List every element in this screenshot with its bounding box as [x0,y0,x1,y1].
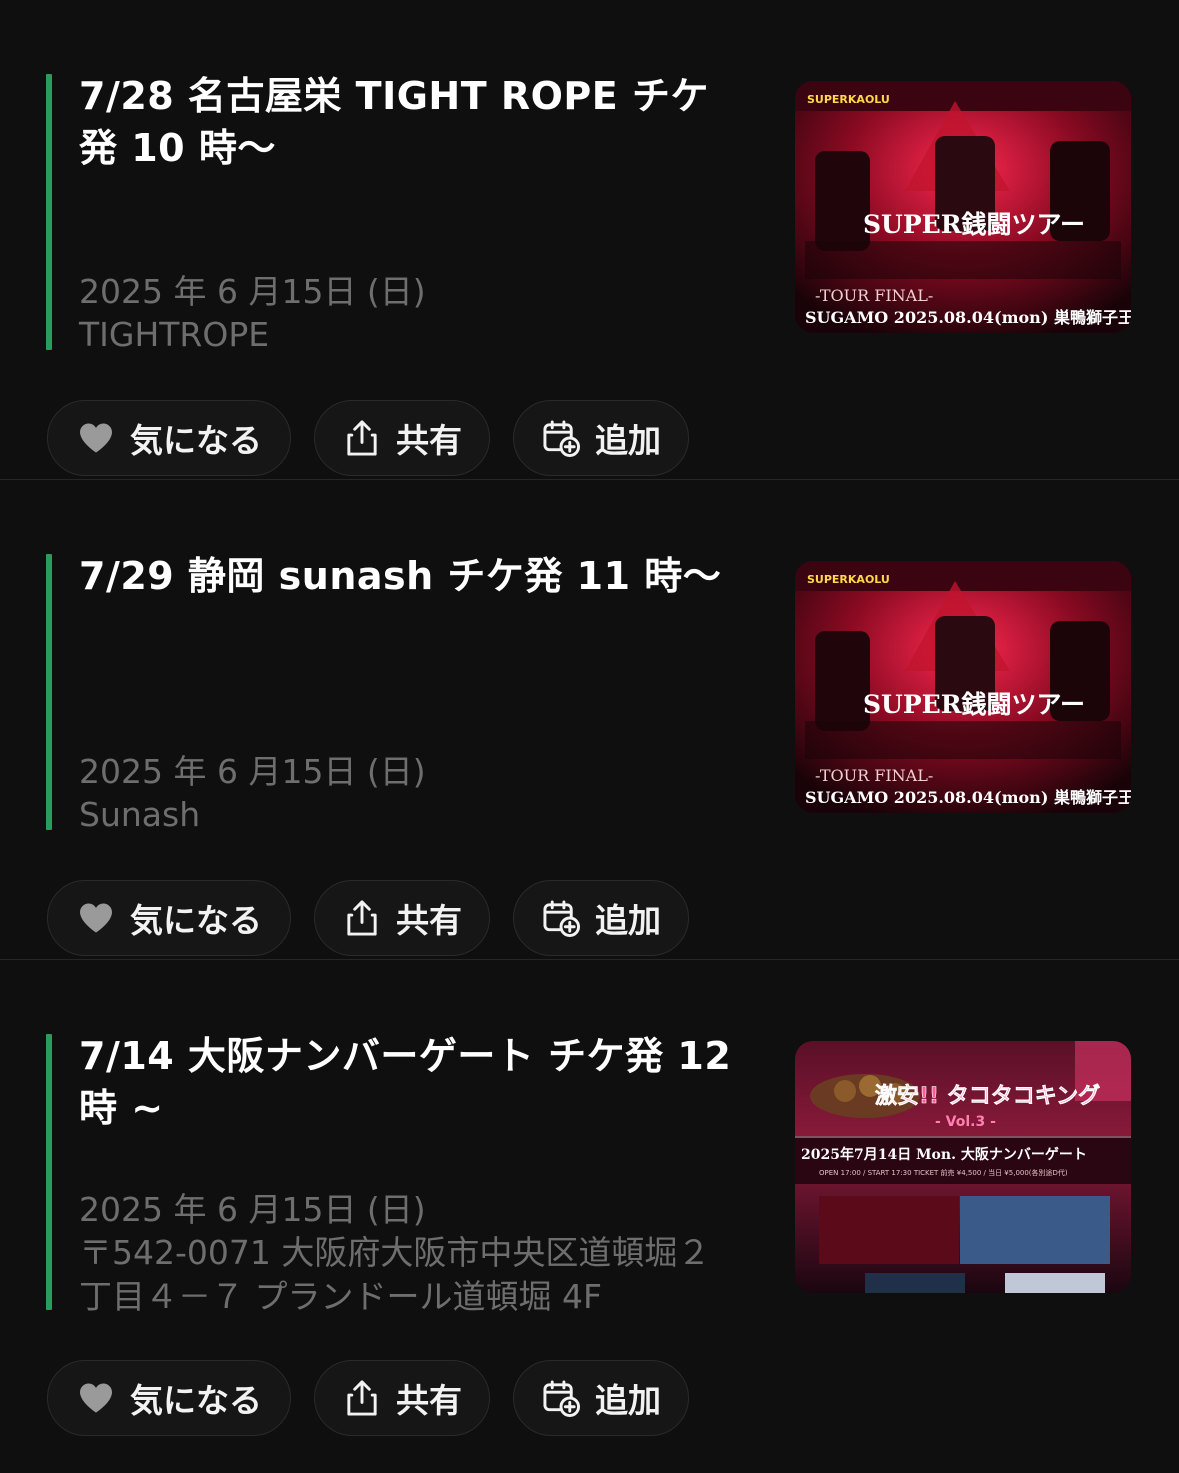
event-title: 7/14 大阪ナンバーゲート チケ発 12 時 ~ [79,1034,732,1130]
event-date: 2025 年 6 月15日 (日) [79,752,426,791]
calendar-add-icon [541,898,581,938]
like-button[interactable]: 気になる [47,400,291,476]
action-bar: 気になる 共有 追加 [47,880,689,958]
event-title: 7/28 名古屋栄 TIGHT ROPE チケ発 10 時〜 [79,74,709,170]
event-thumbnail[interactable]: SUPERKAOLU SUPER銭闘ツアー -TOUR FINAL- SUGAM… [795,561,1131,813]
event-feed: 7/28 名古屋栄 TIGHT ROPE チケ発 10 時〜 2025 年 6 … [0,0,1179,1473]
thumbnail-final-line: SUGAMO 2025.08.04(mon) 巣鴨獅子王 [805,308,1131,327]
heart-icon [76,418,116,458]
like-label: 気になる [130,901,262,940]
event-title: 7/29 静岡 sunash チケ発 11 時〜 [79,554,722,598]
accent-bar [46,1034,52,1310]
event-date: 2025 年 6 月15日 (日) [79,1190,426,1229]
add-calendar-button[interactable]: 追加 [513,400,689,476]
thumbnail-detail-line: OPEN 17:00 / START 17:30 TICKET 前売 ¥4,50… [819,1168,1068,1177]
thumbnail-logo: SUPERKAOLU [807,93,890,106]
event-venue: Sunash [79,795,201,834]
add-label: 追加 [595,1381,661,1420]
like-button[interactable]: 気になる [47,1360,291,1436]
event-venue: TIGHTROPE [79,315,270,354]
add-calendar-button[interactable]: 追加 [513,1360,689,1436]
share-button[interactable]: 共有 [314,400,490,476]
add-label: 追加 [595,421,661,460]
event-card[interactable]: 7/28 名古屋栄 TIGHT ROPE チケ発 10 時〜 2025 年 6 … [0,0,1179,480]
thumbnail-headline: SUPER銭闘ツアー [863,210,1085,239]
thumbnail-final-label: -TOUR FINAL- [815,766,933,785]
heart-icon [76,898,116,938]
heart-icon [76,1378,116,1418]
thumbnail-headline: 激安!! タコタコキング [875,1083,1100,1109]
action-bar: 気になる 共有 追加 [47,1360,689,1438]
share-icon [342,1378,382,1418]
share-label: 共有 [396,1381,462,1420]
calendar-add-icon [541,418,581,458]
like-label: 気になる [130,421,262,460]
share-label: 共有 [396,421,462,460]
share-button[interactable]: 共有 [314,880,490,956]
event-card[interactable]: 7/29 静岡 sunash チケ発 11 時〜 2025 年 6 月15日 (… [0,480,1179,960]
share-icon [342,898,382,938]
event-card[interactable]: 7/14 大阪ナンバーゲート チケ発 12 時 ~ 2025 年 6 月15日 … [0,960,1179,1473]
event-thumbnail[interactable]: SUPERKAOLU SUPER銭闘ツアー -TOUR FINAL- SUGAM… [795,81,1131,333]
like-button[interactable]: 気になる [47,880,291,956]
thumbnail-final-line: SUGAMO 2025.08.04(mon) 巣鴨獅子王 [805,788,1131,807]
add-calendar-button[interactable]: 追加 [513,880,689,956]
add-label: 追加 [595,901,661,940]
thumbnail-date-line: 2025年7月14日 Mon. 大阪ナンバーゲート [801,1146,1087,1163]
like-label: 気になる [130,1381,262,1420]
accent-bar [46,554,52,830]
thumbnail-final-label: -TOUR FINAL- [815,286,933,305]
event-thumbnail[interactable]: 激安!! タコタコキング - Vol.3 - 2025年7月14日 Mon. 大… [795,1041,1131,1293]
thumbnail-vol: - Vol.3 - [935,1114,996,1130]
calendar-add-icon [541,1378,581,1418]
event-date: 2025 年 6 月15日 (日) [79,272,426,311]
share-icon [342,418,382,458]
thumbnail-logo: SUPERKAOLU [807,573,890,586]
accent-bar [46,74,52,350]
event-venue: 〒542-0071 大阪府大阪市中央区道頓堀２丁目４－７ プランドール道頓堀 4… [79,1233,711,1316]
share-button[interactable]: 共有 [314,1360,490,1436]
thumbnail-headline: SUPER銭闘ツアー [863,690,1085,719]
share-label: 共有 [396,901,462,940]
action-bar: 気になる 共有 追加 [47,400,689,478]
